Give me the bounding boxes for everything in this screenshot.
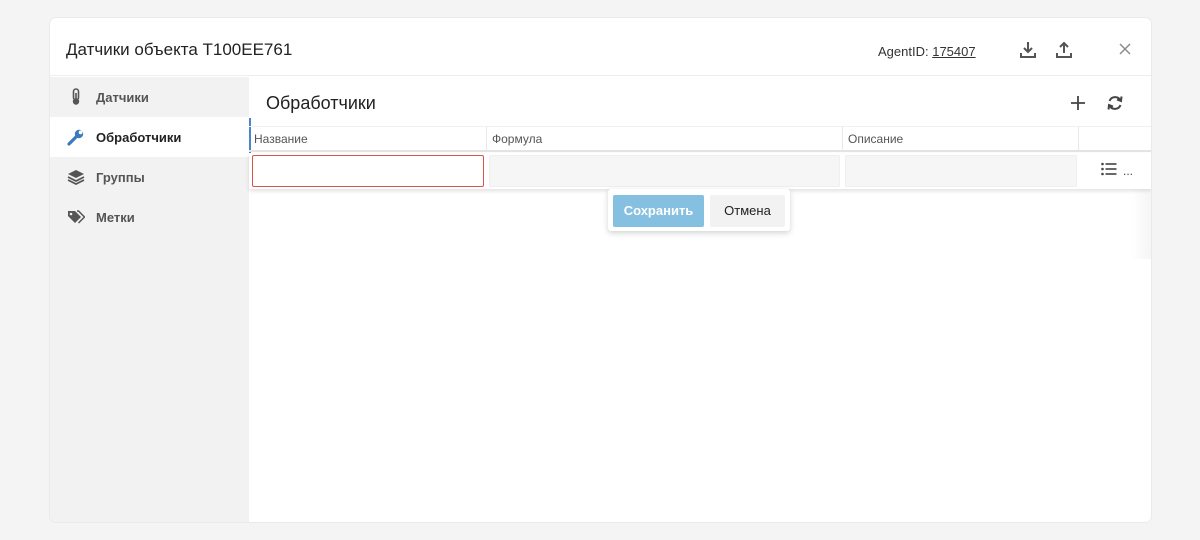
- tags-icon: [66, 208, 86, 226]
- page-title: Обработчики: [266, 93, 376, 113]
- formula-input[interactable]: [489, 155, 840, 187]
- agent-id-label: AgentID:: [878, 44, 929, 59]
- sidebar-item-label: Обработчики: [96, 129, 182, 145]
- agent-id-info: AgentID: 175407: [878, 44, 976, 59]
- sidebar-item-label: Датчики: [96, 89, 149, 105]
- sidebar-item-sensors[interactable]: Датчики: [50, 77, 249, 117]
- dialog: Датчики объекта Т100ЕЕ761 AgentID: 17540…: [50, 18, 1151, 522]
- row-actions-button[interactable]: ...: [1101, 162, 1133, 179]
- description-input[interactable]: [845, 155, 1077, 187]
- sidebar-item-groups[interactable]: Группы: [50, 157, 249, 197]
- refresh-icon[interactable]: [1105, 93, 1125, 118]
- close-icon[interactable]: [1118, 42, 1132, 56]
- list-icon: [1101, 162, 1117, 179]
- sidebar: Датчики Обработчики Группы Метки: [50, 77, 249, 522]
- agent-id-link[interactable]: 175407: [932, 44, 975, 59]
- scroll-shadow: [1131, 189, 1151, 259]
- sidebar-item-tags[interactable]: Метки: [50, 197, 249, 237]
- row-actions-label: ...: [1123, 163, 1134, 178]
- upload-icon[interactable]: [1054, 40, 1074, 60]
- sidebar-item-label: Группы: [96, 169, 145, 185]
- main-panel: Обработчики Название Формула Описание ..…: [249, 77, 1151, 522]
- column-header-formula[interactable]: Формула: [487, 127, 843, 151]
- table-row-editing: ...: [249, 153, 1151, 189]
- table-header: Название Формула Описание: [249, 126, 1151, 152]
- dialog-title: Датчики объекта Т100ЕЕ761: [66, 40, 293, 59]
- column-header-name[interactable]: Название: [249, 127, 487, 151]
- sidebar-item-label: Метки: [96, 209, 135, 225]
- add-icon[interactable]: [1068, 93, 1088, 118]
- dialog-header: Датчики объекта Т100ЕЕ761 AgentID: 17540…: [50, 18, 1151, 76]
- wrench-icon: [66, 128, 86, 146]
- layers-icon: [66, 168, 86, 186]
- name-input[interactable]: [252, 155, 484, 187]
- row-edit-popup: Сохранить Отмена: [608, 189, 790, 231]
- sidebar-item-handlers[interactable]: Обработчики: [50, 117, 249, 157]
- thermometer-icon: [66, 88, 86, 106]
- cancel-button[interactable]: Отмена: [710, 195, 785, 227]
- download-icon[interactable]: [1018, 40, 1038, 60]
- save-button[interactable]: Сохранить: [613, 195, 704, 227]
- column-header-description[interactable]: Описание: [843, 127, 1079, 151]
